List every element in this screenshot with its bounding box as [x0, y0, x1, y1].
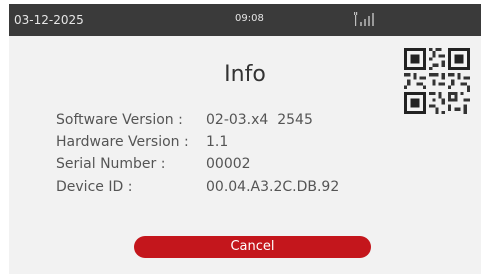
status-time: 09:08	[235, 13, 264, 24]
status-bar: 03-12-2025 09:08	[9, 4, 481, 36]
device-id-value: 00.04.A3.2C.DB.92	[206, 179, 340, 195]
hardware-version-label: Hardware Version :	[56, 134, 189, 150]
status-date: 03-12-2025	[14, 13, 84, 27]
hardware-version-value: 1.1	[206, 134, 229, 150]
serial-number-value: 00002	[206, 156, 251, 172]
qr-code-icon	[404, 48, 470, 114]
device-id-label: Device ID :	[56, 179, 133, 195]
serial-number-label: Serial Number :	[56, 156, 166, 172]
device-screen: 03-12-2025 09:08 Info Software Version:…	[9, 4, 481, 274]
software-version-value: 02-03.x4 2545	[206, 112, 313, 128]
cancel-button[interactable]: Cancel	[134, 236, 371, 258]
software-version-label: Software Version :	[56, 112, 183, 128]
signal-strength-icon	[354, 12, 374, 26]
